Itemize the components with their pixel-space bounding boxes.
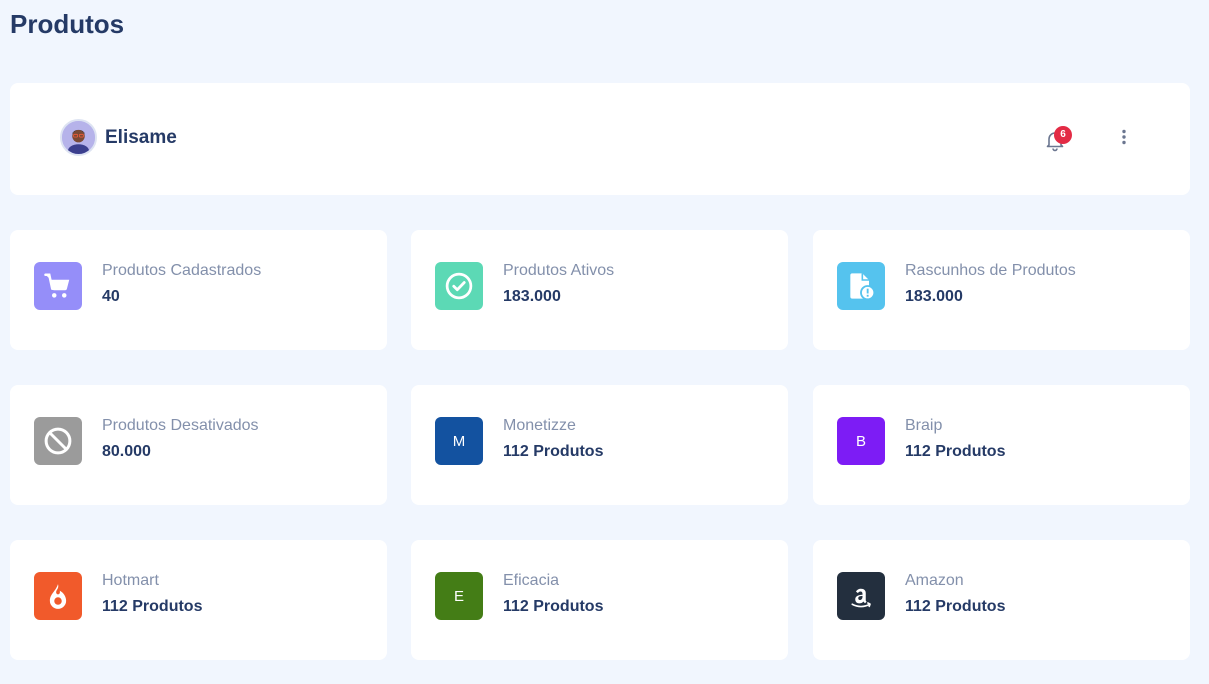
stat-card-produtos-cadastrados[interactable]: Produtos Cadastrados 40: [10, 230, 387, 350]
stat-icon-box: [34, 262, 82, 310]
stat-card-produtos-ativos[interactable]: Produtos Ativos 183.000: [411, 230, 788, 350]
stat-value: 112 Produtos: [503, 443, 604, 460]
hotmart-flame-icon: [49, 584, 67, 609]
page-title: Produtos: [10, 9, 125, 39]
stat-label: Hotmart: [102, 572, 159, 589]
stat-icon-box: [34, 417, 82, 465]
stat-icon-box: [34, 572, 82, 620]
amazon-logo-icon: [851, 588, 871, 608]
stat-card-monetizze[interactable]: M Monetizze 112 Produtos: [411, 385, 788, 505]
user-profile[interactable]: Elisame: [60, 119, 177, 156]
stat-label: Braip: [905, 417, 943, 434]
stat-label: Produtos Desativados: [102, 417, 259, 434]
stat-card-braip[interactable]: B Braip 112 Produtos: [813, 385, 1190, 505]
stat-icon-box: [837, 572, 885, 620]
stat-value: 112 Produtos: [905, 598, 1006, 615]
stat-icon-box: [435, 262, 483, 310]
stat-label: Amazon: [905, 572, 964, 589]
notification-badge: 6: [1054, 126, 1072, 144]
eficacia-letter-icon: E: [435, 572, 483, 620]
header-card: Elisame 6: [10, 83, 1190, 195]
draft-file-icon: [850, 273, 876, 301]
stat-card-rascunhos[interactable]: Rascunhos de Produtos 183.000: [813, 230, 1190, 350]
stat-card-hotmart[interactable]: Hotmart 112 Produtos: [10, 540, 387, 660]
more-options-button[interactable]: [1114, 127, 1134, 147]
stat-card-eficacia[interactable]: E Eficacia 112 Produtos: [411, 540, 788, 660]
cart-icon: [44, 273, 70, 298]
stat-value: 80.000: [102, 443, 151, 460]
stat-card-produtos-desativados[interactable]: Produtos Desativados 80.000: [10, 385, 387, 505]
stat-value: 40: [102, 288, 120, 305]
stat-label: Monetizze: [503, 417, 576, 434]
stat-card-amazon[interactable]: Amazon 112 Produtos: [813, 540, 1190, 660]
user-name: Elisame: [105, 126, 177, 148]
stat-label: Rascunhos de Produtos: [905, 262, 1076, 279]
stat-value: 183.000: [503, 288, 561, 305]
stat-label: Produtos Ativos: [503, 262, 615, 279]
monetizze-letter-icon: M: [435, 417, 483, 465]
ban-icon: [44, 427, 72, 455]
stat-value: 183.000: [905, 288, 963, 305]
stat-value: 112 Produtos: [503, 598, 604, 615]
avatar: [60, 119, 97, 156]
braip-letter-icon: B: [837, 417, 885, 465]
stat-icon-box: [837, 262, 885, 310]
stat-label: Eficacia: [503, 572, 560, 589]
stat-value: 112 Produtos: [102, 598, 203, 615]
stat-label: Produtos Cadastrados: [102, 262, 262, 279]
more-vertical-icon: [1122, 129, 1126, 145]
check-circle-icon: [445, 272, 473, 300]
stat-value: 112 Produtos: [905, 443, 1006, 460]
